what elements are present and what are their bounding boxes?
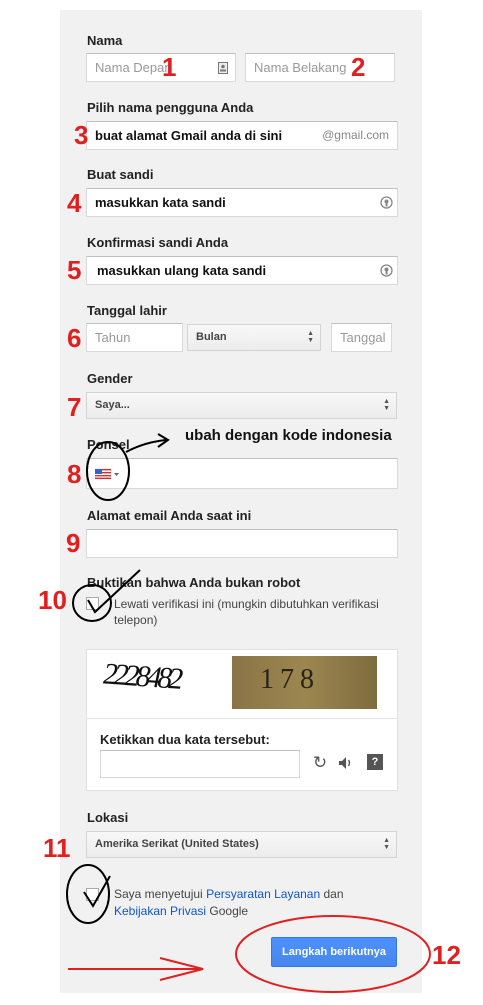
skip-checkmark <box>87 569 141 614</box>
terms-checkbox-circle <box>66 864 110 924</box>
annotation-strokes <box>66 433 431 993</box>
next-button-circle <box>235 915 431 993</box>
phone-flag-circle <box>86 441 130 501</box>
